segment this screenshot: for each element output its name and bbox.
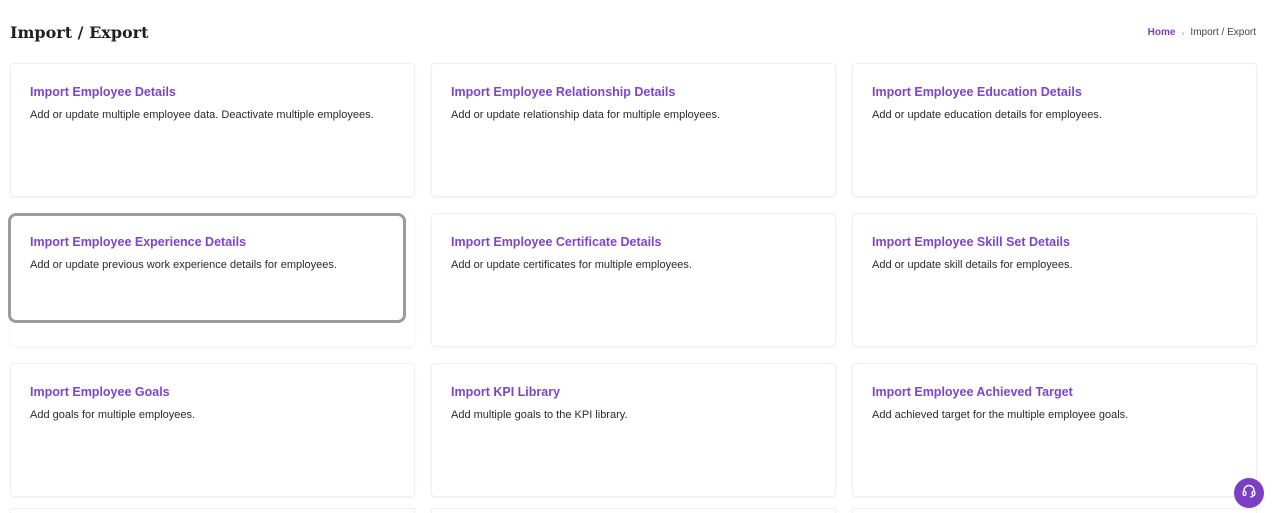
page-header: Import / Export Home › Import / Export [10,22,1256,46]
import-export-page: Import / Export Home › Import / Export I… [0,0,1275,513]
card-description: Add multiple goals to the KPI library. [451,409,628,421]
card-description: Add or update multiple employee data. De… [30,109,374,121]
breadcrumb-current: Import / Export [1190,27,1256,38]
card-import-employee-goals[interactable]: Import Employee Goals Add goals for mult… [11,364,414,496]
page-title: Import / Export [10,23,149,42]
card-description: Add or update relationship data for mult… [451,109,721,121]
card-import-employee-details[interactable]: Import Employee Details Add or update mu… [11,64,414,196]
card-import-employee-education-details[interactable]: Import Employee Education Details Add or… [853,64,1256,196]
card-title[interactable]: Import Employee Goals [30,384,396,400]
card-partial [432,509,835,513]
card-title[interactable]: Import KPI Library [451,384,817,400]
card-title[interactable]: Import Employee Achieved Target [872,384,1238,400]
headset-icon [1241,483,1257,504]
card-description: Add achieved target for the multiple emp… [872,409,1129,421]
card-description: Add goals for multiple employees. [30,409,196,421]
card-import-kpi-library[interactable]: Import KPI Library Add multiple goals to… [432,364,835,496]
card-title[interactable]: Import Employee Details [30,84,396,100]
card-import-employee-skill-set-details[interactable]: Import Employee Skill Set Details Add or… [853,214,1256,346]
breadcrumb: Home › Import / Export [1148,26,1256,40]
card-title[interactable]: Import Employee Education Details [872,84,1238,100]
breadcrumb-home-link[interactable]: Home [1148,26,1176,40]
card-title[interactable]: Import Employee Skill Set Details [872,234,1238,250]
card-description: Add or update certificates for multiple … [451,259,692,271]
card-description: Add or update previous work experience d… [30,259,337,271]
breadcrumb-separator-icon: › [1181,28,1185,38]
card-title[interactable]: Import Employee Relationship Details [451,84,817,100]
card-description: Add or update education details for empl… [872,109,1102,121]
card-title[interactable]: Import Employee Experience Details [30,234,396,250]
card-partial [853,509,1256,513]
card-title[interactable]: Import Employee Certificate Details [451,234,817,250]
help-support-button[interactable] [1234,478,1264,508]
card-import-employee-achieved-target[interactable]: Import Employee Achieved Target Add achi… [853,364,1256,496]
card-description: Add or update skill details for employee… [872,259,1073,271]
card-import-employee-relationship-details[interactable]: Import Employee Relationship Details Add… [432,64,835,196]
card-import-employee-certificate-details[interactable]: Import Employee Certificate Details Add … [432,214,835,346]
card-import-employee-experience-details[interactable]: Import Employee Experience Details Add o… [11,214,414,346]
card-partial [11,509,414,513]
